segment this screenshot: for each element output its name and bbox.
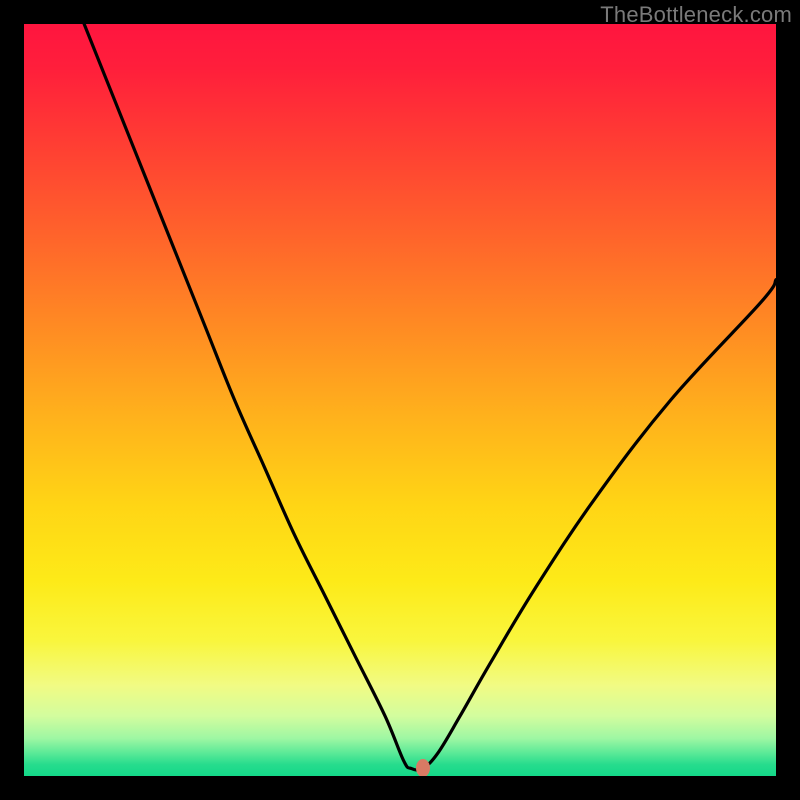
optimal-marker bbox=[416, 759, 430, 776]
watermark-text: TheBottleneck.com bbox=[600, 2, 792, 28]
plot-area bbox=[24, 24, 776, 776]
chart-frame: TheBottleneck.com bbox=[0, 0, 800, 800]
bottleneck-curve bbox=[24, 24, 776, 776]
